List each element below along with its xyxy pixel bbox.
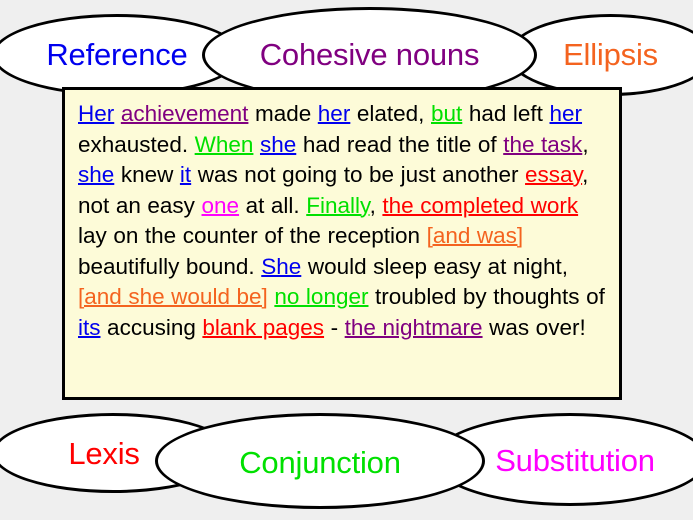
cohesion-marked-word: She — [261, 253, 302, 279]
cohesion-marked-word: Finally — [306, 192, 370, 218]
cohesion-marked-word: essay — [525, 162, 583, 187]
cohesion-marked-word: she — [259, 131, 297, 157]
oval-label-cohesive-nouns: Cohesive nouns — [259, 37, 480, 72]
passage-plain-text: exhausted. — [78, 131, 195, 157]
oval-label-conjunction: Conjunction — [239, 444, 401, 480]
oval-label-lexis: Lexis — [68, 435, 140, 471]
oval-label-reference: Reference — [46, 36, 188, 72]
passage-plain-text: made — [248, 101, 318, 126]
passage-plain-text: lay on the counter of the reception — [78, 223, 427, 248]
cohesion-marked-word: the completed work — [382, 192, 579, 218]
passage-plain-text: , — [582, 131, 589, 157]
passage-plain-text: elated, — [350, 101, 431, 126]
annotated-passage: Her achievement made her elated, but had… — [78, 99, 606, 343]
cohesion-marked-word: the task — [503, 131, 583, 157]
passage-plain-text: , — [369, 192, 383, 218]
cohesion-marked-word: it — [179, 162, 192, 187]
passage-box: Her achievement made her elated, but had… — [62, 87, 622, 400]
cohesion-marked-word: achievement — [120, 101, 249, 126]
passage-plain-text: knew — [114, 162, 180, 187]
cohesion-marked-word: her — [317, 101, 351, 126]
cohesion-marked-word: she — [78, 162, 115, 187]
passage-plain-text: would sleep easy at night, — [301, 253, 568, 279]
cohesion-marked-word: no longer — [274, 284, 369, 309]
cohesion-marked-word: blank pages — [202, 314, 325, 340]
passage-plain-text: at all. — [239, 192, 307, 218]
passage-plain-text: had read the title of — [296, 131, 504, 157]
cohesion-marked-word: one — [201, 192, 240, 218]
passage-plain-text: accusing — [100, 314, 203, 340]
cohesion-marked-word: When — [194, 131, 254, 157]
cohesion-marked-word: [and was] — [426, 223, 524, 248]
diagram-canvas: Reference Cohesive nouns Ellipsis Lexis … — [0, 0, 693, 520]
cohesion-marked-word: her — [549, 101, 583, 126]
passage-plain-text: had left — [462, 101, 550, 126]
oval-label-ellipsis: Ellipsis — [563, 36, 658, 72]
cohesion-marked-word: but — [431, 101, 463, 126]
passage-plain-text: - — [324, 314, 345, 340]
cohesion-marked-word: its — [78, 314, 101, 340]
oval-conjunction[interactable]: Conjunction — [155, 413, 485, 509]
passage-plain-text: was not going to be just another — [191, 162, 526, 187]
cohesion-marked-word: Her — [78, 101, 115, 126]
cohesion-marked-word: the nightmare — [344, 314, 483, 340]
cohesion-marked-word: [and she would be] — [78, 284, 268, 309]
oval-label-substitution: Substitution — [495, 442, 655, 478]
passage-plain-text: beautifully bound. — [78, 253, 262, 279]
passage-plain-text: troubled by thoughts of — [368, 284, 605, 309]
passage-plain-text: was over! — [482, 314, 586, 340]
